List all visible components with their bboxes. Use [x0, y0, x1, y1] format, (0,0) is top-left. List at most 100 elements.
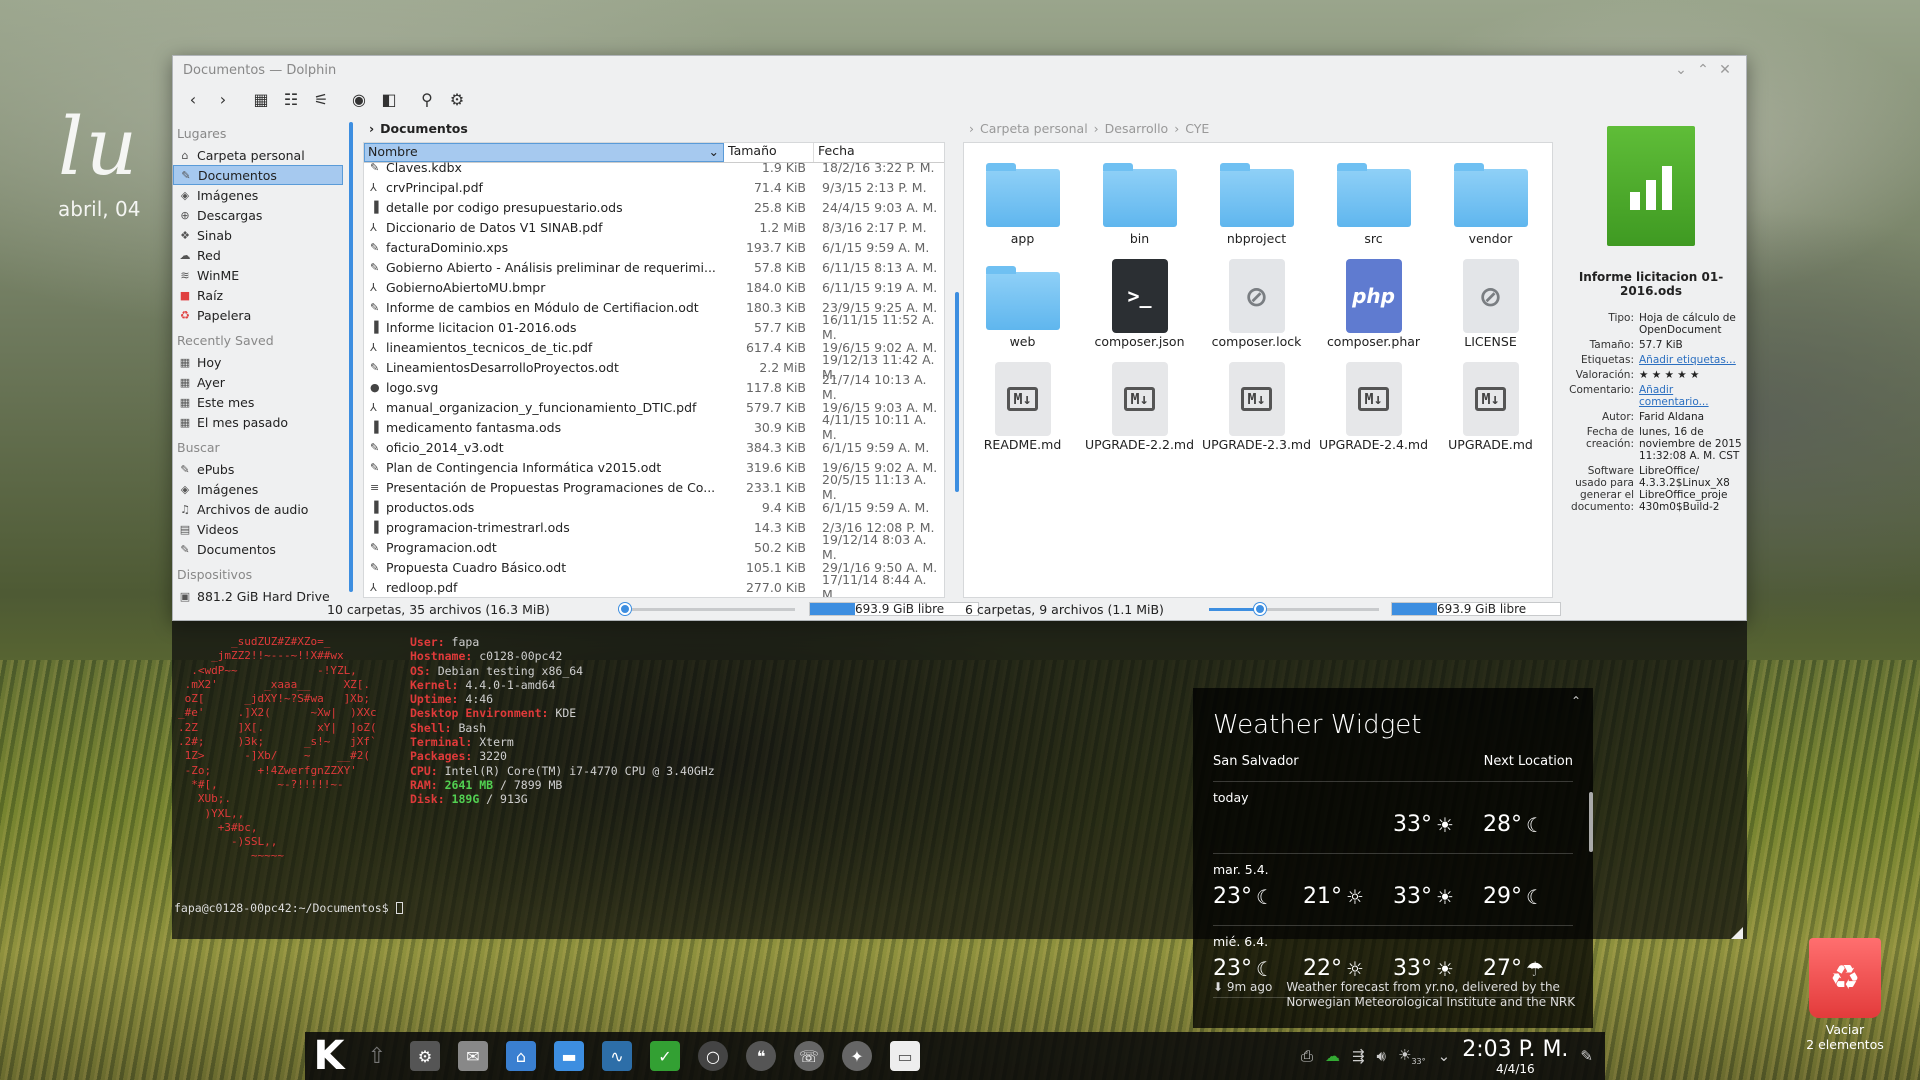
network-icon[interactable]: ⇶	[1352, 1047, 1365, 1065]
file-row[interactable]: ⅄ Diccionario de Datos V1 SINAB.pdf 1.2 M…	[364, 217, 944, 237]
scrollbar-thumb[interactable]	[955, 292, 959, 492]
breadcrumb-item[interactable]: Documentos	[380, 121, 468, 136]
gear-icon[interactable]: ⚙	[443, 86, 471, 112]
monitor-app[interactable]: ∿	[593, 1032, 641, 1080]
icon-item[interactable]: M↓ README.md	[964, 361, 1081, 452]
weather-scrollbar[interactable]	[1589, 792, 1593, 852]
file-row[interactable]: ✎ Programacion.odt 50.2 KiB 19/12/14 8:03…	[364, 532, 944, 562]
icon-item[interactable]: M↓ UPGRADE-2.2.md	[1081, 361, 1198, 452]
places-item[interactable]: ≋ WinME	[173, 265, 343, 285]
files-app[interactable]: ▬	[545, 1032, 593, 1080]
places-item[interactable]: ◈ Imágenes	[173, 479, 343, 499]
wrench-icon[interactable]: ✎	[1580, 1047, 1593, 1065]
file-row[interactable]: ✎ Claves.kdbx 1.9 KiB 18/2/16 3:22 P. M.	[364, 157, 944, 177]
file-row[interactable]: ≡ Presentación de Propuestas Programacion…	[364, 472, 944, 502]
icon-item[interactable]: web	[964, 258, 1081, 349]
places-item[interactable]: ♻ Papelera	[173, 305, 343, 325]
store-app[interactable]: ⌂	[497, 1032, 545, 1080]
back-icon[interactable]: ‹	[179, 86, 207, 112]
chevron-down-icon[interactable]: ⌄	[1438, 1047, 1451, 1065]
icon-item[interactable]: M↓ UPGRADE-2.3.md	[1198, 361, 1315, 452]
zoom-slider-right[interactable]	[1209, 602, 1379, 615]
trash-empty-label[interactable]: Vaciar	[1800, 1022, 1890, 1037]
icon-item[interactable]: nbproject	[1198, 155, 1315, 246]
document-app[interactable]: ▭	[881, 1032, 929, 1080]
file-row[interactable]: ✎ Gobierno Abierto - Análisis preliminar …	[364, 257, 944, 277]
icon-item[interactable]: ⊘ composer.lock	[1198, 258, 1315, 349]
preview-icon[interactable]: ◉	[345, 86, 373, 112]
window-titlebar[interactable]: Documentos — Dolphin ⌄ ⌃ ✕	[173, 56, 1746, 84]
maximize-icon[interactable]: ⌃	[1692, 62, 1714, 78]
shell-prompt[interactable]: fapa@c0128-00pc42:~/Documentos$	[174, 901, 403, 915]
file-row[interactable]: ▐ medicamento fantasma.ods 30.9 KiB 4/11/…	[364, 412, 944, 442]
places-item[interactable]: ❖ Sinab	[173, 225, 343, 245]
weather-tray-icon[interactable]: ☀33°	[1398, 1046, 1426, 1066]
vpn-app[interactable]: ✓	[641, 1032, 689, 1080]
split-view-icon[interactable]: ⚟	[307, 86, 335, 112]
printer-icon[interactable]: ⎙	[1301, 1047, 1313, 1065]
places-item[interactable]: ⌂ Carpeta personal	[173, 145, 343, 165]
places-item[interactable]: ■ Raíz	[173, 285, 343, 305]
settings-app[interactable]: ⚙	[401, 1032, 449, 1080]
collapse-icon[interactable]: ⌃	[1571, 694, 1581, 708]
application-launcher[interactable]: K	[305, 1032, 353, 1080]
places-item[interactable]: ▤ Videos	[173, 519, 343, 539]
places-item[interactable]: ▦ El mes pasado	[173, 412, 343, 432]
places-item[interactable]: ♫ Archivos de audio	[173, 499, 343, 519]
icons-view-icon[interactable]: ▦	[247, 86, 275, 112]
file-row[interactable]: ✎ oficio_2014_v3.odt 384.3 KiB 6/1/15 9:5…	[364, 437, 944, 457]
file-row[interactable]: ✎ facturaDominio.xps 193.7 KiB 6/1/15 9:5…	[364, 237, 944, 257]
places-scrollbar[interactable]	[349, 122, 353, 592]
file-row[interactable]: ▐ detalle por codigo presupuestario.ods 2…	[364, 197, 944, 217]
file-row[interactable]: ▐ productos.ods 9.4 KiB 6/1/15 9:59 A. M.	[364, 497, 944, 517]
next-location-button[interactable]: Next Location	[1484, 754, 1573, 769]
zoom-slider-left[interactable]	[619, 602, 795, 615]
meta-value[interactable]: Añadir etiquetas...	[1639, 354, 1746, 366]
disc-app[interactable]: ○	[689, 1032, 737, 1080]
places-item[interactable]: ✎ ePubs	[173, 459, 343, 479]
split-icon[interactable]: ◧	[375, 86, 403, 112]
places-item[interactable]: ▦ Hoy	[173, 352, 343, 372]
icon-item[interactable]: src	[1315, 155, 1432, 246]
list-scrollbar[interactable]	[953, 142, 961, 598]
digital-clock[interactable]: 2:03 P. M. 4/4/16	[1462, 1037, 1568, 1076]
icon-item[interactable]: bin	[1081, 155, 1198, 246]
whatsapp-app[interactable]: ☏	[785, 1032, 833, 1080]
places-item[interactable]: ▦ Ayer	[173, 372, 343, 392]
file-row[interactable]: ⅄ redloop.pdf 277.0 KiB 17/11/14 8:44 A. …	[364, 572, 944, 597]
icon-item[interactable]: php composer.phar	[1315, 258, 1432, 349]
places-item[interactable]: ◈ Imágenes	[173, 185, 343, 205]
close-icon[interactable]: ✕	[1714, 62, 1736, 78]
up-arrow-icon[interactable]: ⇧	[353, 1032, 401, 1080]
resize-grip[interactable]	[1731, 927, 1743, 939]
file-row[interactable]: ▐ Informe licitacion 01-2016.ods 57.7 KiB…	[364, 312, 944, 342]
chat-app[interactable]: ❝	[737, 1032, 785, 1080]
mail-app[interactable]: ✉	[449, 1032, 497, 1080]
breadcrumb-right[interactable]: › Carpeta personal › Desarrollo › CYE	[963, 118, 1553, 138]
twitter-app[interactable]: ✦	[833, 1032, 881, 1080]
icon-item[interactable]: M↓ UPGRADE-2.4.md	[1315, 361, 1432, 452]
breadcrumb-item[interactable]: Carpeta personal	[980, 121, 1088, 136]
cloud-icon[interactable]: ☁	[1325, 1047, 1340, 1065]
icon-item[interactable]: vendor	[1432, 155, 1549, 246]
places-item[interactable]: ☁ Red	[173, 245, 343, 265]
trash-widget[interactable]: ♻ Vaciar 2 elementos	[1800, 938, 1890, 1052]
icon-item[interactable]: >_ composer.json	[1081, 258, 1198, 349]
meta-value[interactable]: Añadir comentario...	[1639, 384, 1746, 408]
forward-icon[interactable]: ›	[209, 86, 237, 112]
places-item[interactable]: ⊕ Descargas	[173, 205, 343, 225]
search-icon[interactable]: ⚲	[413, 86, 441, 112]
minimize-icon[interactable]: ⌄	[1670, 62, 1692, 78]
file-row[interactable]: ● logo.svg 117.8 KiB 21/7/14 10:13 A. M.	[364, 372, 944, 402]
places-item[interactable]: ✎ Documentos	[173, 539, 343, 559]
breadcrumb-item[interactable]: CYE	[1185, 121, 1209, 136]
weather-credit[interactable]: Weather forecast from yr.no, delivered b…	[1286, 980, 1583, 1010]
icon-item[interactable]: ⊘ LICENSE	[1432, 258, 1549, 349]
details-view-icon[interactable]: ☷	[277, 86, 305, 112]
places-item[interactable]: ✎ Documentos	[173, 165, 343, 185]
icon-item[interactable]: M↓ UPGRADE.md	[1432, 361, 1549, 452]
volume-icon[interactable]: 🔊︎	[1377, 1047, 1386, 1065]
breadcrumb-item[interactable]: Desarrollo	[1105, 121, 1169, 136]
trash-icon[interactable]: ♻	[1809, 938, 1881, 1018]
places-item[interactable]: ▦ Este mes	[173, 392, 343, 412]
